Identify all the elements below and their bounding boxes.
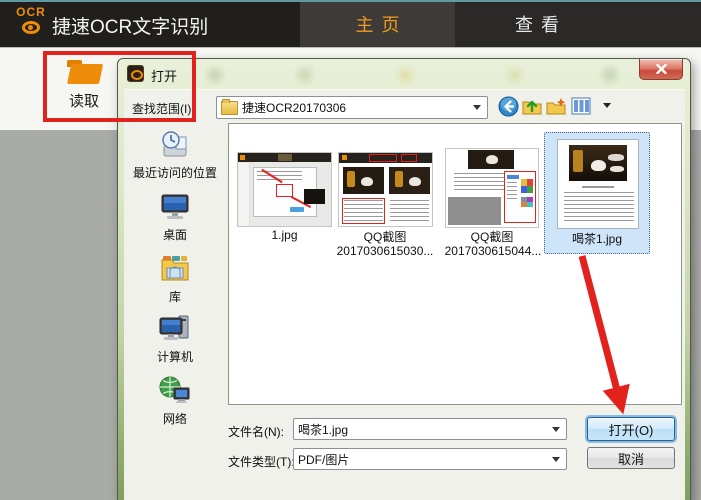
folder-icon bbox=[221, 98, 238, 115]
app-title: 捷速OCR文字识别 bbox=[52, 17, 209, 38]
read-button[interactable]: 读取 bbox=[48, 54, 120, 120]
screen: OCR 捷速OCR文字识别 主页 查看 读取 打开 查找范围(I): 捷速OCR… bbox=[0, 0, 701, 500]
back-icon bbox=[498, 96, 519, 117]
chevron-down-icon bbox=[473, 105, 481, 110]
place-label: 最近访问的位置 bbox=[132, 166, 217, 180]
libraries-icon bbox=[161, 256, 189, 281]
dialog-client: 查找范围(I): 捷速OCR20170306 最近访问的位置 桌面 库 计算机 … bbox=[124, 89, 685, 500]
place-computer[interactable]: 计算机 bbox=[124, 310, 226, 365]
open-button[interactable]: 打开(O) bbox=[587, 417, 675, 441]
computer-icon bbox=[159, 315, 189, 340]
filetype-value: PDF/图片 bbox=[298, 452, 350, 467]
file-name-line2[interactable]: 2017030615044... bbox=[425, 244, 561, 258]
dialog-ocr-icon bbox=[127, 65, 144, 82]
place-label: 网络 bbox=[162, 412, 187, 426]
file-name[interactable]: 1.jpg bbox=[229, 228, 340, 242]
file-item-selected[interactable]: 喝茶1.jpg bbox=[544, 132, 650, 254]
filename-combobox[interactable]: 喝茶1.jpg bbox=[293, 418, 567, 440]
views-button[interactable] bbox=[571, 97, 601, 118]
file-thumbnail bbox=[237, 152, 332, 227]
close-icon bbox=[655, 64, 667, 74]
file-name[interactable]: 喝茶1.jpg bbox=[545, 230, 649, 247]
filename-label: 文件名(N): bbox=[228, 425, 284, 439]
app-titlebar: OCR 捷速OCR文字识别 主页 查看 bbox=[0, 0, 701, 47]
dialog-title: 打开 bbox=[151, 69, 178, 84]
filename-value: 喝茶1.jpg bbox=[298, 422, 349, 437]
file-thumbnail bbox=[338, 152, 433, 227]
filetype-combobox[interactable]: PDF/图片 bbox=[293, 448, 567, 470]
app-logo-text: OCR bbox=[16, 5, 46, 19]
file-name-line1[interactable]: QQ截图 bbox=[325, 228, 445, 245]
cancel-button[interactable]: 取消 bbox=[587, 447, 675, 469]
lookup-value: 捷速OCR20170306 bbox=[242, 101, 347, 115]
place-network[interactable]: 网络 bbox=[124, 374, 226, 427]
filetype-label: 文件类型(T): bbox=[228, 455, 295, 469]
new-folder-button[interactable] bbox=[546, 97, 567, 118]
up-one-level-button[interactable] bbox=[522, 97, 543, 118]
place-recent[interactable]: 最近访问的位置 bbox=[124, 128, 226, 181]
open-folder-icon bbox=[67, 60, 104, 86]
file-name-line1[interactable]: QQ截图 bbox=[429, 228, 555, 245]
file-item[interactable] bbox=[445, 148, 539, 228]
network-icon bbox=[159, 376, 190, 403]
app-logo-icon: OCR bbox=[12, 5, 50, 43]
place-label: 桌面 bbox=[162, 228, 187, 242]
window-top-edge bbox=[0, 0, 701, 2]
place-desktop[interactable]: 桌面 bbox=[124, 190, 226, 243]
views-dropdown-caret[interactable] bbox=[603, 103, 611, 108]
new-folder-icon bbox=[546, 98, 566, 115]
open-dialog: 打开 查找范围(I): 捷速OCR20170306 最近访问的位置 桌面 库 计… bbox=[117, 58, 691, 500]
back-button[interactable] bbox=[498, 96, 519, 117]
file-list[interactable]: 1.jpg QQ截图 2017030615030... QQ截图 2017030… bbox=[228, 123, 682, 405]
close-button[interactable] bbox=[639, 59, 683, 80]
lookup-combobox[interactable]: 捷速OCR20170306 bbox=[216, 96, 488, 119]
file-thumbnail bbox=[445, 148, 539, 228]
file-item[interactable] bbox=[237, 152, 332, 227]
views-icon bbox=[571, 97, 591, 115]
lookup-label: 查找范围(I): bbox=[132, 102, 195, 116]
file-thumbnail bbox=[557, 139, 639, 229]
recent-places-icon bbox=[162, 131, 187, 157]
dialog-titlebar[interactable]: 打开 bbox=[118, 59, 690, 89]
place-libraries[interactable]: 库 bbox=[124, 252, 226, 305]
eye-icon bbox=[22, 21, 40, 34]
read-button-label: 读取 bbox=[68, 93, 99, 110]
tab-home[interactable]: 主页 bbox=[300, 0, 455, 47]
place-label: 计算机 bbox=[156, 350, 193, 364]
tab-view[interactable]: 查看 bbox=[455, 0, 701, 47]
up-folder-icon bbox=[522, 100, 542, 115]
file-item[interactable] bbox=[338, 152, 433, 227]
chevron-down-icon bbox=[552, 456, 560, 462]
chevron-down-icon bbox=[552, 426, 560, 432]
place-label: 库 bbox=[168, 290, 181, 304]
desktop-icon bbox=[161, 194, 189, 219]
